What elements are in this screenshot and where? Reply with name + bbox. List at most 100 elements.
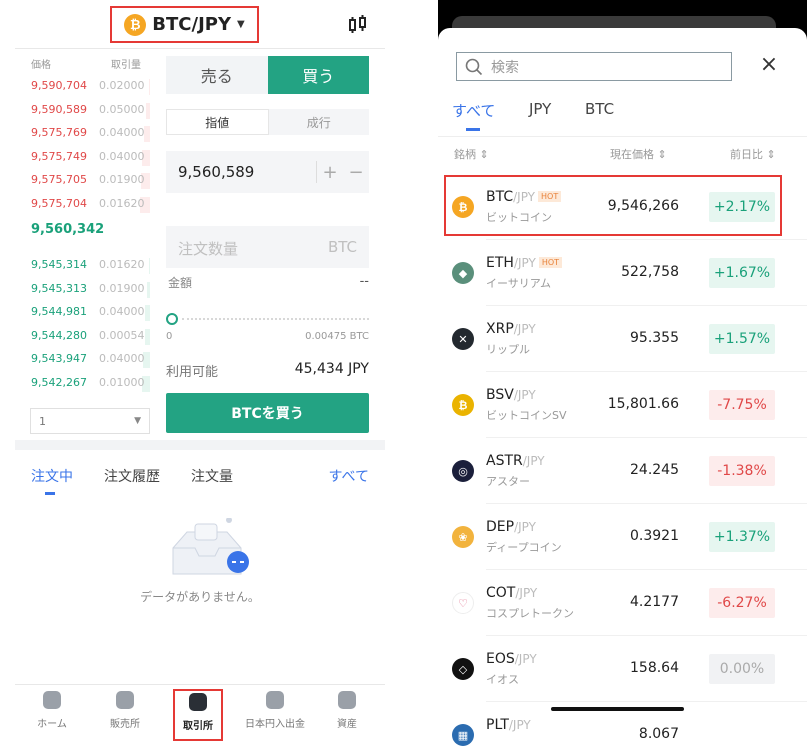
nav-store[interactable]: 販売所	[95, 689, 155, 741]
order-qty: 0.04000	[99, 126, 145, 139]
depth-bar	[145, 305, 150, 321]
row-symbol: EOS/JPY	[486, 651, 537, 667]
order-qty: 0.02000	[99, 79, 145, 92]
ask-row[interactable]: 9,575,769 0.04000	[15, 126, 150, 142]
tab-jpy[interactable]: JPY	[529, 100, 551, 118]
order-type-tabs: 指値 成行	[166, 109, 369, 135]
nav-assets[interactable]: 資産	[317, 689, 377, 741]
order-qty: 0.04000	[99, 305, 145, 318]
ask-row[interactable]: 9,575,749 0.04000	[15, 149, 150, 166]
tab-open-orders[interactable]: 注文中	[31, 466, 73, 486]
search-input[interactable]: 検索	[456, 52, 732, 81]
cot-coin-icon: ♡	[452, 592, 474, 614]
market-row[interactable]: ♡ COT/JPY コスプレトークン 4.2177 -6.27%	[438, 570, 807, 636]
chevron-down-icon: ▼	[134, 416, 141, 426]
symbol-quote: /JPY	[508, 718, 531, 732]
nav-deposit[interactable]: 日本円入出金	[240, 689, 310, 741]
bottom-nav: ホーム 販売所 取引所 日本円入出金 資産	[15, 684, 385, 748]
row-symbol: ASTR/JPY	[486, 453, 545, 469]
symbol-base: BSV	[486, 387, 514, 403]
quantity-input[interactable]: 注文数量 BTC	[166, 226, 369, 268]
symbol-quote: /JPY	[514, 520, 536, 534]
minus-icon[interactable]: −	[343, 162, 369, 183]
order-price: 9,545,314	[31, 258, 87, 271]
section-gap	[15, 440, 385, 450]
close-icon[interactable]: ×	[758, 54, 780, 76]
price-input[interactable]: 9,560,589 + −	[166, 151, 369, 193]
wallet-icon	[338, 691, 356, 709]
slider-max-label: 0.00475 BTC	[305, 331, 369, 342]
market-row[interactable]: ₿ BSV/JPY ビットコインSV 15,801.66 -7.75%	[438, 372, 807, 438]
ask-row[interactable]: 9,590,589 0.05000	[15, 102, 150, 119]
row-change-badge: -6.27%	[709, 588, 775, 618]
row-name: コスプレトークン	[486, 607, 574, 620]
market-row[interactable]: ❀ DEP/JPY ディープコイン 0.3921 +1.37%	[438, 504, 807, 570]
quantity-slider[interactable]	[166, 313, 369, 325]
side-toggle: 売る 買う	[166, 56, 369, 94]
home-indicator	[551, 707, 684, 711]
order-qty: 0.00054	[99, 328, 145, 342]
ask-row[interactable]: 9,575,705 0.01900	[15, 173, 150, 189]
row-price: 0.3921	[630, 528, 679, 544]
tab-order-volume[interactable]: 注文量	[191, 466, 233, 486]
market-row[interactable]: ✕ XRP/JPY リップル 95.355 +1.57%	[438, 306, 807, 372]
row-change-badge: -1.38%	[709, 456, 775, 486]
depth-bar	[149, 258, 150, 274]
plus-icon[interactable]: +	[317, 162, 343, 183]
market-row[interactable]: ◎ ASTR/JPY アスター 24.245 -1.38%	[438, 438, 807, 504]
row-change-badge: -7.75%	[709, 390, 775, 420]
bitcoin-icon: ₿	[124, 13, 147, 36]
row-price: 95.355	[630, 330, 679, 346]
tab-btc[interactable]: BTC	[585, 100, 614, 118]
order-price: 9,575,769	[31, 126, 87, 139]
symbol-quote: /JPY	[514, 652, 537, 666]
row-symbol: XRP/JPY	[486, 321, 536, 337]
col-header-price[interactable]: 現在価格 ⇕	[610, 146, 667, 162]
market-row[interactable]: ◆ ETH/JPY HOT イーサリアム 522,758 +1.67%	[438, 240, 807, 306]
sell-tab[interactable]: 売る	[166, 56, 268, 94]
market-tab[interactable]: 成行	[269, 109, 370, 135]
row-price: 24.245	[630, 462, 679, 478]
slider-handle[interactable]	[166, 313, 178, 325]
pair-selector[interactable]: ₿ BTC/JPY ▼	[110, 6, 259, 43]
order-price: 9,590,704	[31, 79, 87, 92]
price-value: 9,560,589	[178, 163, 255, 181]
ask-row[interactable]: 9,590,704 0.02000	[15, 79, 150, 95]
col-header-name[interactable]: 銘柄 ⇕	[454, 146, 489, 162]
limit-tab[interactable]: 指値	[166, 109, 269, 135]
bid-row[interactable]: 9,545,313 0.01900	[15, 281, 150, 298]
bid-row[interactable]: 9,544,981 0.04000	[15, 305, 150, 321]
depth-select[interactable]: 1 ▼	[30, 408, 150, 434]
empty-state-text: データがありません。	[140, 590, 260, 604]
row-name: イオス	[486, 673, 519, 686]
col-header-change[interactable]: 前日比 ⇕	[730, 146, 776, 162]
bid-row[interactable]: 9,542,267 0.01000	[15, 375, 150, 392]
nav-home[interactable]: ホーム	[22, 689, 82, 741]
buy-btc-button[interactable]: BTCを買う	[166, 393, 369, 433]
row-name: リップル	[486, 343, 530, 356]
bid-row[interactable]: 9,543,947 0.04000	[15, 352, 150, 368]
available-value: 45,434 JPY	[294, 361, 369, 377]
bid-row[interactable]: 9,544,280 0.00054	[15, 328, 150, 345]
ask-row[interactable]: 9,575,704 0.01620	[15, 196, 150, 213]
symbol-base: COT	[486, 585, 516, 601]
slider-track	[182, 318, 369, 320]
view-all-link[interactable]: すべて	[329, 466, 369, 486]
caret-down-icon: ▼	[237, 19, 245, 30]
tab-order-history[interactable]: 注文履歴	[104, 466, 160, 486]
tab-all[interactable]: すべて	[452, 100, 495, 121]
row-name: ビットコインSV	[486, 409, 567, 422]
nav-exchange[interactable]: 取引所	[173, 689, 223, 741]
candlestick-chart-icon[interactable]	[347, 14, 369, 36]
market-screen: 検索 × すべて JPY BTC 銘柄 ⇕ 現在価格 ⇕ 前日比 ⇕ ₿ BTC/…	[438, 0, 807, 748]
quantity-placeholder: 注文数量	[178, 240, 239, 258]
xrp-coin-icon: ✕	[452, 328, 474, 350]
bid-row[interactable]: 9,545,314 0.01620	[15, 258, 150, 274]
market-row[interactable]: ◇ EOS/JPY イオス 158.64 0.00%	[438, 636, 807, 702]
buy-tab[interactable]: 買う	[267, 56, 369, 94]
symbol-quote: /JPY	[513, 388, 536, 402]
exchange-icon	[189, 693, 207, 711]
amount-value: --	[359, 274, 369, 289]
header-divider	[15, 48, 385, 49]
deposit-icon	[266, 691, 284, 709]
